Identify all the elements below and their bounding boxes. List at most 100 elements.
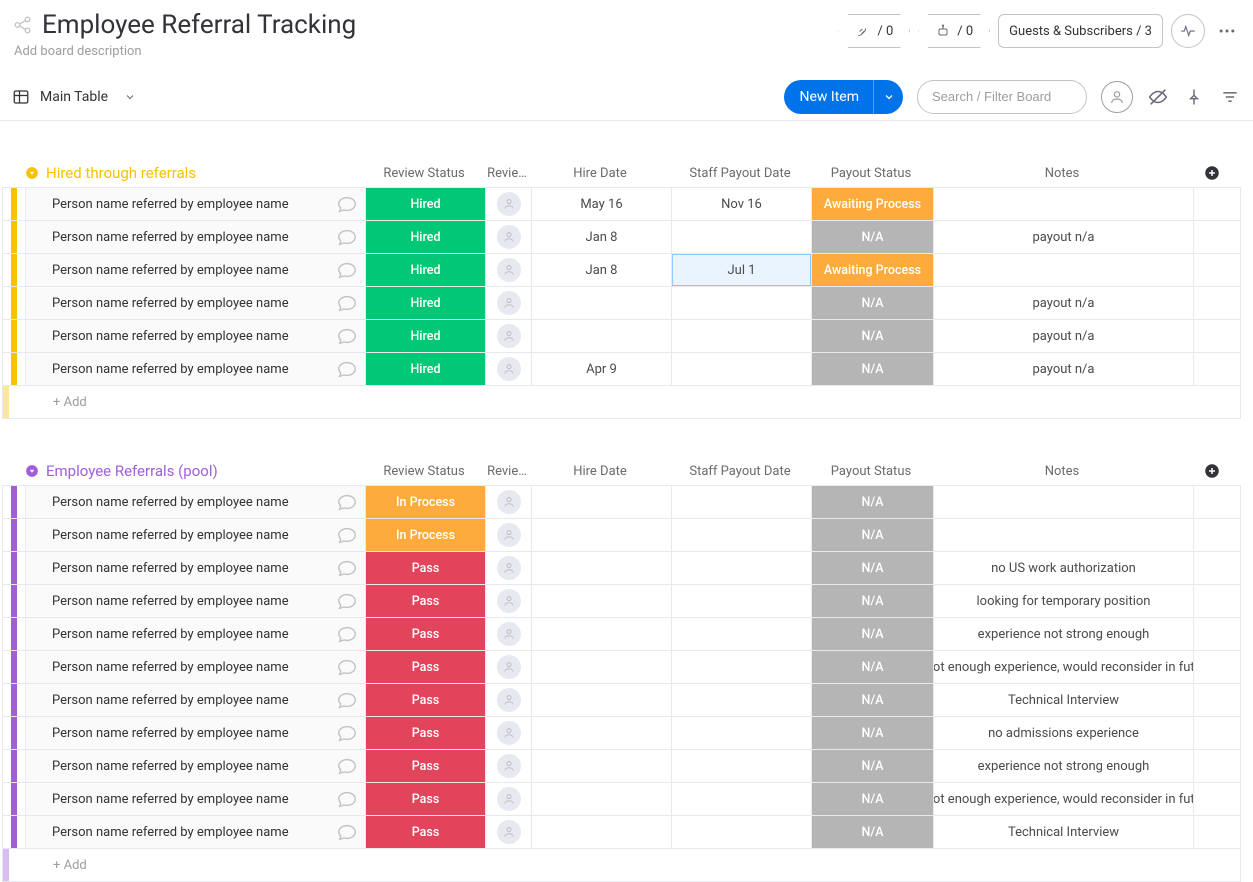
item-name[interactable]: Person name referred by employee name	[52, 660, 329, 675]
notes-cell[interactable]: Not enough experience, would reconsider …	[933, 651, 1193, 683]
open-updates-button[interactable]	[329, 226, 365, 248]
payout-date-cell[interactable]	[671, 353, 811, 385]
payout-status-cell[interactable]: N/A	[812, 585, 933, 617]
payout-date-cell[interactable]	[671, 684, 811, 716]
group-collapse-toggle[interactable]	[24, 165, 40, 181]
notes-cell[interactable]: Not enough experience, would reconsider …	[933, 783, 1193, 815]
open-updates-button[interactable]	[329, 325, 365, 347]
review-status-cell[interactable]: Hired	[366, 353, 485, 385]
payout-date-cell[interactable]	[671, 519, 811, 551]
payout-date-cell[interactable]	[671, 750, 811, 782]
review-status-cell[interactable]: In Process	[366, 486, 485, 518]
payout-status-cell[interactable]: Awaiting Process	[812, 254, 933, 286]
notes-cell[interactable]: experience not strong enough	[933, 750, 1193, 782]
table-row[interactable]: Person name referred by employee name In…	[3, 518, 1240, 551]
table-row[interactable]: Person name referred by employee name Hi…	[3, 352, 1240, 385]
add-item-text[interactable]: + Add	[9, 858, 87, 873]
payout-date-cell[interactable]	[671, 221, 811, 253]
column-header[interactable]: Payout Status	[810, 166, 932, 181]
add-item-text[interactable]: + Add	[9, 395, 87, 410]
payout-status-cell[interactable]: N/A	[812, 221, 933, 253]
hire-date-cell[interactable]: Jan 8	[531, 221, 671, 253]
review-status-cell[interactable]: Hired	[366, 254, 485, 286]
reviewer-cell[interactable]	[485, 783, 531, 815]
review-status-cell[interactable]: Hired	[366, 221, 485, 253]
item-name[interactable]: Person name referred by employee name	[52, 792, 329, 807]
reviewer-cell[interactable]	[485, 486, 531, 518]
reviewer-cell[interactable]	[485, 519, 531, 551]
open-updates-button[interactable]	[329, 722, 365, 744]
review-status-cell[interactable]: Hired	[366, 287, 485, 319]
notes-cell[interactable]: Technical Interview	[933, 816, 1193, 848]
item-name[interactable]: Person name referred by employee name	[52, 362, 329, 377]
column-header[interactable]: Hire Date	[530, 166, 670, 181]
column-header[interactable]: Staff Payout Date	[670, 166, 810, 181]
payout-status-cell[interactable]: N/A	[812, 519, 933, 551]
item-name[interactable]: Person name referred by employee name	[52, 726, 329, 741]
payout-status-cell[interactable]: N/A	[812, 320, 933, 352]
notes-cell[interactable]: experience not strong enough	[933, 618, 1193, 650]
payout-date-cell[interactable]	[671, 717, 811, 749]
notes-cell[interactable]	[933, 519, 1193, 551]
new-item-dropdown[interactable]	[873, 80, 903, 114]
person-filter-button[interactable]	[1101, 81, 1133, 113]
reviewer-cell[interactable]	[485, 618, 531, 650]
reviewer-cell[interactable]	[485, 221, 531, 253]
hire-date-cell[interactable]	[531, 816, 671, 848]
review-status-cell[interactable]: Pass	[366, 618, 485, 650]
search-input[interactable]	[932, 89, 1072, 104]
table-row[interactable]: Person name referred by employee name Pa…	[3, 650, 1240, 683]
open-updates-button[interactable]	[329, 259, 365, 281]
board-description[interactable]: Add board description	[14, 44, 356, 59]
payout-status-cell[interactable]: N/A	[812, 651, 933, 683]
reviewer-cell[interactable]	[485, 353, 531, 385]
add-row[interactable]: + Add	[2, 849, 1241, 882]
item-name[interactable]: Person name referred by employee name	[52, 296, 329, 311]
reviewer-cell[interactable]	[485, 816, 531, 848]
item-name[interactable]: Person name referred by employee name	[52, 495, 329, 510]
notes-cell[interactable]	[933, 486, 1193, 518]
payout-date-cell[interactable]	[671, 651, 811, 683]
payout-date-cell[interactable]	[671, 287, 811, 319]
hide-columns-button[interactable]	[1147, 86, 1169, 108]
column-header[interactable]: Notes	[932, 464, 1192, 479]
hire-date-cell[interactable]	[531, 585, 671, 617]
add-column-button[interactable]	[1192, 164, 1232, 182]
table-row[interactable]: Person name referred by employee name Hi…	[3, 319, 1240, 352]
open-updates-button[interactable]	[329, 623, 365, 645]
review-status-cell[interactable]: Pass	[366, 552, 485, 584]
open-updates-button[interactable]	[329, 292, 365, 314]
reviewer-cell[interactable]	[485, 684, 531, 716]
open-updates-button[interactable]	[329, 755, 365, 777]
column-header[interactable]: Review Status	[364, 166, 484, 181]
open-updates-button[interactable]	[329, 689, 365, 711]
hire-date-cell[interactable]	[531, 750, 671, 782]
notes-cell[interactable]: looking for temporary position	[933, 585, 1193, 617]
open-updates-button[interactable]	[329, 821, 365, 843]
item-name[interactable]: Person name referred by employee name	[52, 561, 329, 576]
table-row[interactable]: Person name referred by employee name Pa…	[3, 584, 1240, 617]
open-updates-button[interactable]	[329, 358, 365, 380]
add-row[interactable]: + Add	[2, 386, 1241, 419]
column-header[interactable]: Notes	[932, 166, 1192, 181]
hire-date-cell[interactable]	[531, 651, 671, 683]
hire-date-cell[interactable]: Apr 9	[531, 353, 671, 385]
reviewer-cell[interactable]	[485, 287, 531, 319]
review-status-cell[interactable]: Pass	[366, 684, 485, 716]
reviewer-cell[interactable]	[485, 552, 531, 584]
item-name[interactable]: Person name referred by employee name	[52, 230, 329, 245]
item-name[interactable]: Person name referred by employee name	[52, 263, 329, 278]
item-name[interactable]: Person name referred by employee name	[52, 627, 329, 642]
reviewer-cell[interactable]	[485, 585, 531, 617]
table-row[interactable]: Person name referred by employee name Pa…	[3, 749, 1240, 782]
column-header[interactable]: Hire Date	[530, 464, 670, 479]
payout-status-cell[interactable]: Awaiting Process	[812, 188, 933, 220]
reviewer-cell[interactable]	[485, 254, 531, 286]
reviewer-cell[interactable]	[485, 651, 531, 683]
review-status-cell[interactable]: Pass	[366, 816, 485, 848]
item-name[interactable]: Person name referred by employee name	[52, 197, 329, 212]
item-name[interactable]: Person name referred by employee name	[52, 693, 329, 708]
review-status-cell[interactable]: Hired	[366, 188, 485, 220]
review-status-cell[interactable]: Pass	[366, 750, 485, 782]
board-options-button[interactable]	[1213, 17, 1241, 45]
